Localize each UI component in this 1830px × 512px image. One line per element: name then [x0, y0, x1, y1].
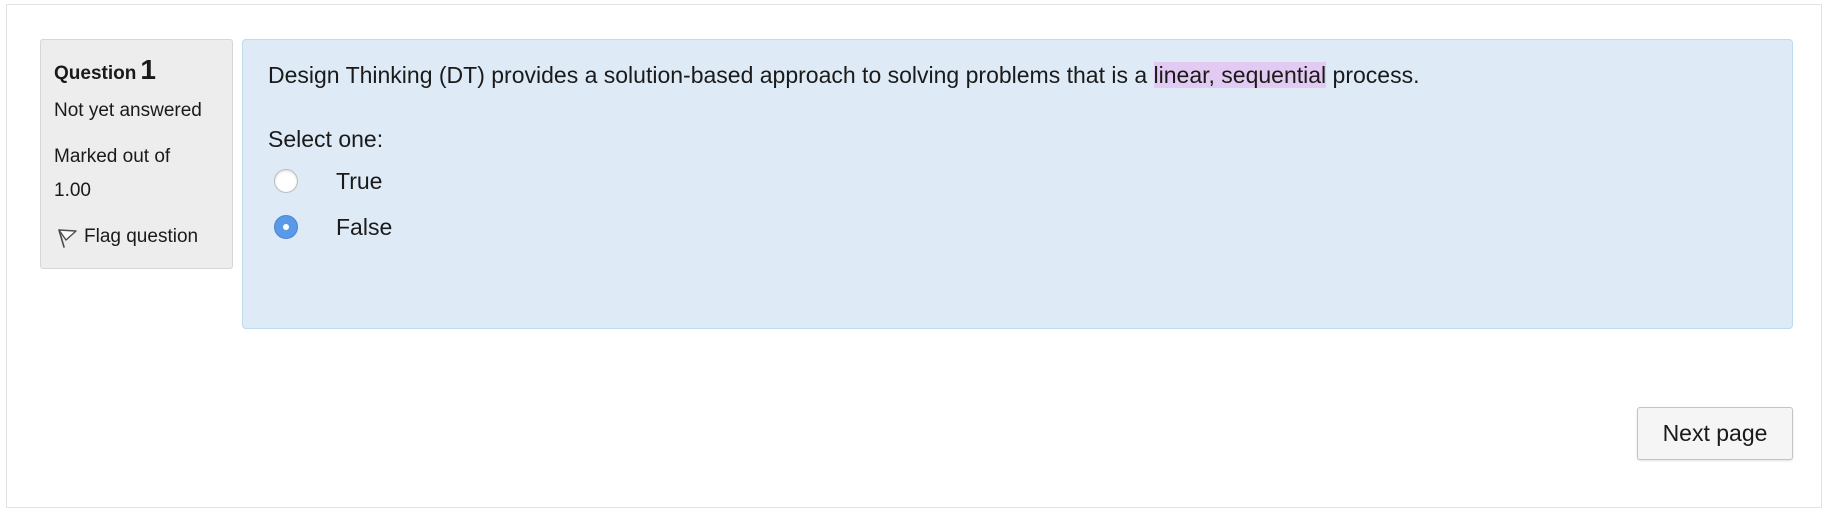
answer-option-false[interactable]: False: [268, 204, 1767, 250]
question-state: Not yet answered: [54, 100, 202, 121]
flag-question-link[interactable]: Flag question: [54, 220, 220, 254]
question-text-highlight: linear, sequential: [1153, 62, 1327, 88]
question-text-start: Design Thinking (DT) provides a solution…: [268, 62, 1154, 88]
question-text: Design Thinking (DT) provides a solution…: [268, 54, 1767, 96]
select-one-prompt: Select one:: [268, 126, 384, 152]
question-info-panel: Question 1 Not yet answered Marked out of…: [40, 39, 233, 269]
answer-label-true[interactable]: True: [336, 168, 382, 195]
answer-options: True False: [268, 158, 1767, 250]
marked-out-of-label: Marked out of: [54, 146, 171, 167]
question-label: Question: [54, 63, 137, 84]
flag-icon: [54, 224, 80, 250]
flag-question-label: Flag question: [84, 226, 199, 247]
question-formulation: Design Thinking (DT) provides a solution…: [242, 39, 1793, 329]
question-number: 1: [140, 54, 156, 85]
radio-true[interactable]: [274, 169, 298, 193]
answer-label-false[interactable]: False: [336, 214, 392, 241]
next-page-button[interactable]: Next page: [1637, 407, 1793, 460]
radio-false[interactable]: [274, 215, 298, 239]
answer-option-true[interactable]: True: [268, 158, 1767, 204]
question-grade: Marked out of 1.00: [54, 140, 220, 208]
question-number-line: Question 1: [54, 52, 220, 88]
marked-out-of-value: 1.00: [54, 180, 91, 201]
question-text-end: process.: [1326, 62, 1420, 88]
